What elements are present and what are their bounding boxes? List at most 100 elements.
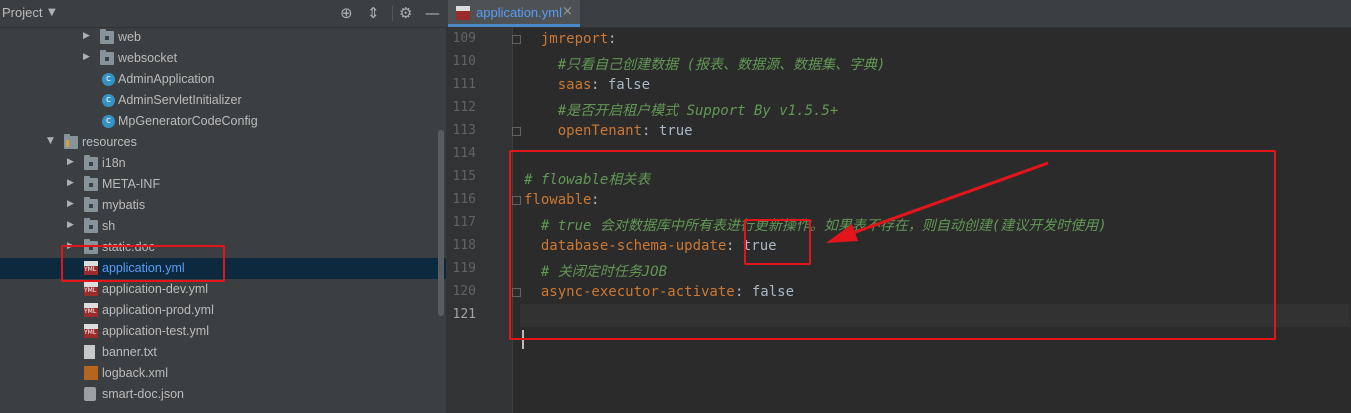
tree-item-label: mybatis [102, 198, 146, 212]
yml-file-icon: YML [84, 282, 98, 296]
locate-file-icon[interactable]: ⊕ [340, 4, 353, 22]
tree-item-label: application-prod.yml [102, 303, 214, 317]
tree-item-label: application-dev.yml [102, 282, 209, 296]
chevron-down-icon[interactable]: ▼ [47, 136, 57, 146]
yaml-value: : true [642, 123, 693, 139]
annotation-box-application-yml [61, 245, 225, 282]
annotation-box-flowable-config [509, 150, 1276, 340]
chevron-right-icon[interactable]: ▶ [67, 157, 77, 167]
yaml-key: jmreport [524, 31, 609, 47]
tree-item[interactable]: YML application-dev.yml [0, 279, 446, 300]
tree-item-label: application-test.yml [102, 324, 209, 338]
yaml-comment: #是否开启租户模式 Support By v1.5.5+ [524, 103, 839, 119]
tree-item-label: AdminServletInitializer [118, 93, 242, 107]
line-number-gutter: 109 110 111 112 113 114 115 116 117 118 119 120 121 [446, 27, 513, 413]
yaml-comment: #只看自己创建数据 (报表、数据源、数据集、字典) [524, 57, 886, 73]
tree-item[interactable]: smart-doc.json [0, 384, 446, 405]
folder-icon [84, 176, 98, 191]
folder-icon [100, 29, 114, 44]
project-view-selector[interactable]: Project [2, 5, 42, 20]
yaml-value: : [608, 31, 617, 47]
tree-item[interactable]: ▶ mybatis [0, 195, 446, 216]
editor-tab-bar: application.yml × [446, 0, 1351, 28]
line-number: 121 [452, 307, 476, 322]
project-panel-header: Project ▼ ⊕ ⇕ ⚙ — [0, 0, 446, 28]
code-line: jmreport: [520, 28, 1350, 51]
tree-item[interactable]: YML application-prod.yml [0, 300, 446, 321]
tree-item[interactable]: ▶ sh [0, 216, 446, 237]
folder-icon [84, 155, 98, 170]
line-number: 113 [452, 123, 476, 138]
annotation-box-true-value [744, 219, 811, 265]
yml-file-icon [456, 6, 470, 20]
line-number: 116 [452, 192, 476, 207]
chevron-right-icon[interactable]: ▶ [83, 31, 93, 41]
tree-item-label: banner.txt [102, 345, 157, 359]
yaml-key: openTenant [524, 123, 643, 139]
tree-item-label: smart-doc.json [102, 387, 184, 401]
resources-folder-icon [64, 134, 78, 149]
code-line: #只看自己创建数据 (报表、数据源、数据集、字典) [520, 51, 1350, 74]
tree-item[interactable]: ▶ websocket [0, 48, 446, 69]
line-number: 111 [452, 77, 476, 92]
gear-icon[interactable]: ⚙ [399, 4, 412, 22]
tree-item[interactable]: logback.xml [0, 363, 446, 384]
close-icon[interactable]: × [562, 4, 573, 19]
class-icon: c [102, 94, 115, 107]
tree-item-label: MpGeneratorCodeConfig [118, 114, 258, 128]
chevron-right-icon[interactable]: ▶ [67, 199, 77, 209]
line-number: 115 [452, 169, 476, 184]
yml-file-icon: YML [84, 303, 98, 317]
folder-icon [84, 197, 98, 212]
tree-item-label: logback.xml [102, 366, 168, 380]
tree-item-label: resources [82, 135, 137, 149]
tree-item-label: web [118, 30, 141, 44]
tree-item[interactable]: ▶ i18n [0, 153, 446, 174]
line-number: 120 [452, 284, 476, 299]
tab-application-yml[interactable]: application.yml × [448, 0, 580, 27]
tree-item-label: sh [102, 219, 116, 233]
chevron-right-icon[interactable]: ▶ [67, 178, 77, 188]
line-number: 109 [452, 31, 476, 46]
line-number: 117 [452, 215, 476, 230]
line-number: 119 [452, 261, 476, 276]
line-number: 110 [452, 54, 476, 69]
line-number: 114 [452, 146, 476, 161]
folder-icon [100, 50, 114, 65]
tree-item[interactable]: c AdminServletInitializer [0, 90, 446, 111]
code-line: openTenant: true [520, 120, 1350, 143]
xml-file-icon [84, 366, 98, 380]
collapse-all-icon[interactable]: ⇕ [367, 4, 380, 22]
json-file-icon [84, 387, 96, 401]
tree-scrollbar[interactable] [438, 130, 444, 316]
yaml-value: : false [591, 77, 651, 93]
header-divider [392, 6, 393, 21]
chevron-right-icon[interactable]: ▶ [83, 52, 93, 62]
class-icon: c [102, 115, 115, 128]
fold-marker-icon[interactable] [512, 127, 521, 136]
tree-item[interactable]: YML application-test.yml [0, 321, 446, 342]
tree-item-label: META-INF [102, 177, 161, 191]
tree-item[interactable]: c AdminApplication [0, 69, 446, 90]
tree-item[interactable]: banner.txt [0, 342, 446, 363]
chevron-down-icon[interactable]: ▼ [48, 7, 56, 18]
fold-marker-icon[interactable] [512, 35, 521, 44]
line-number: 112 [452, 100, 476, 115]
class-icon: c [102, 73, 115, 86]
tree-item-label: i18n [102, 156, 126, 170]
code-line: saas: false [520, 74, 1350, 97]
tree-item-label: AdminApplication [118, 72, 215, 86]
tree-item[interactable]: ▼ resources [0, 132, 446, 153]
yaml-key: saas [524, 77, 592, 93]
line-number: 118 [452, 238, 476, 253]
yml-file-icon: YML [84, 324, 98, 338]
code-line: #是否开启租户模式 Support By v1.5.5+ [520, 97, 1350, 120]
tree-item[interactable]: ▶ META-INF [0, 174, 446, 195]
chevron-right-icon[interactable]: ▶ [67, 220, 77, 230]
project-panel: Project ▼ ⊕ ⇕ ⚙ — ▶ web ▶ websocket c AdminAp… [0, 0, 446, 413]
text-file-icon [84, 345, 95, 359]
tab-label: application.yml [476, 5, 562, 20]
tree-item[interactable]: ▶ web [0, 27, 446, 48]
hide-panel-icon[interactable]: — [425, 4, 440, 22]
tree-item[interactable]: c MpGeneratorCodeConfig [0, 111, 446, 132]
